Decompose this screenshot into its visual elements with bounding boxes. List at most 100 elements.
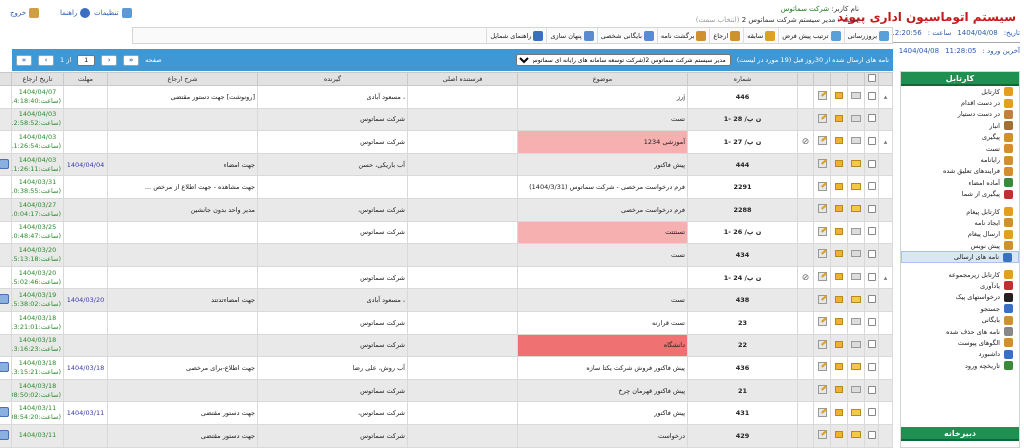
sidebar-item[interactable]: انبار (901, 120, 1019, 131)
toolbar-button[interactable]: ترتیب پیش فرض (778, 28, 843, 43)
row-checkbox[interactable] (867, 317, 876, 326)
sidebar-item[interactable]: ایجاد نامه (901, 217, 1019, 228)
table-row[interactable]: 431 پیش فاکتور شرکت سماتوس، جهت دستور مقتضی… (0, 401, 893, 425)
position-select[interactable]: مدیر سیستم شرکت سماتوس 2(شرکت توسعه ساما… (515, 54, 731, 66)
subject-cell[interactable]: پیش فاکتور (517, 401, 688, 425)
subject-cell[interactable]: فرم درخواست مرخصی (517, 197, 688, 222)
settings-link[interactable]: تنظیمات (94, 8, 132, 18)
table-row[interactable]: ▴ ⊘ ن پ/ 24 -1 شرکت سماتوس 1404/03/20(ساعت:1… (0, 265, 893, 290)
refer-edit-icon[interactable] (817, 272, 827, 282)
row-checkbox[interactable] (867, 249, 876, 258)
subject-cell[interactable]: پیش فاکتور (517, 152, 688, 177)
table-row[interactable]: ن پ/ 26 -1 تستتتت شرکت سماتوس 1404/03/25 (سا… (0, 220, 893, 245)
sidebar-item[interactable]: پیگیری (901, 132, 1019, 143)
refer-edit-icon[interactable] (817, 249, 827, 259)
sidebar-item[interactable]: نامه های ارسالی (901, 251, 1019, 263)
attachment-icon[interactable]: ⊘ (802, 137, 810, 147)
first-page-button[interactable]: « (123, 54, 140, 66)
sidebar-item[interactable]: بایگانی (901, 314, 1019, 325)
row-checkbox[interactable] (867, 340, 876, 349)
table-row[interactable]: ▴ ⊘ ن پ/ 27 -1 آموزشی 1234 شرکت سماتوس 1404/0… (0, 130, 893, 154)
help-link[interactable]: راهنما (60, 8, 91, 18)
sidebar-item[interactable]: ارسال پیغام (901, 229, 1019, 240)
exit-link[interactable]: خروج (10, 8, 40, 18)
row-checkbox[interactable] (867, 182, 876, 191)
column-header[interactable]: مهلت (63, 72, 108, 86)
refer-edit-icon[interactable] (817, 317, 827, 327)
toolbar-button[interactable]: پنهان سازی (546, 28, 596, 43)
page-number-input[interactable] (77, 54, 96, 66)
column-header[interactable]: شماره (687, 72, 798, 86)
row-checkbox[interactable] (867, 136, 876, 145)
refer-edit-icon[interactable] (817, 113, 827, 123)
table-row[interactable]: 2288 فرم درخواست مرخصی شرکت سماتوس، مدیر وا… (0, 197, 893, 222)
subject-cell[interactable]: آموزشی 1234 (517, 130, 688, 154)
toolbar-button[interactable]: راهنمای شمایل (486, 28, 546, 43)
refer-edit-icon[interactable] (817, 339, 827, 349)
sidebar-item[interactable]: تست (901, 143, 1019, 154)
table-row[interactable]: 23تست قرارنه شرکت سماتوس 1404/03/18(ساعت:1… (0, 310, 893, 335)
table-row[interactable]: 22دانشگاه شرکت سماتوس 1404/03/18(ساعت:13:1… (0, 333, 893, 358)
row-checkbox[interactable] (867, 204, 876, 213)
row-checkbox[interactable] (867, 408, 876, 417)
column-header[interactable]: تاریخ ارجاع (11, 72, 64, 86)
secretariat-header[interactable]: دبیرخانه (901, 427, 1019, 441)
sign-status-icon[interactable] (0, 361, 9, 372)
refer-edit-icon[interactable] (817, 136, 827, 146)
refer-edit-icon[interactable] (817, 362, 827, 372)
refer-edit-icon[interactable] (817, 407, 827, 417)
refer-edit-icon[interactable] (817, 294, 827, 304)
column-header[interactable]: گیرنده (257, 72, 408, 86)
sidebar-item[interactable]: درخواستهای پیک (901, 292, 1019, 303)
expand-icon[interactable]: ▴ (884, 274, 888, 282)
subject-cell[interactable]: تست قرارنه (517, 310, 688, 335)
row-checkbox[interactable] (867, 385, 876, 394)
column-header[interactable]: فرستنده اصلی (407, 72, 518, 86)
sidebar-item[interactable]: کارتابل (901, 86, 1019, 97)
subject-cell[interactable]: پیش فاکتور فروش شرکت یکتا سازه (517, 356, 688, 380)
row-checkbox[interactable] (867, 159, 876, 168)
row-checkbox[interactable] (867, 227, 876, 236)
subject-cell[interactable]: دانشگاه (517, 333, 688, 358)
subject-cell[interactable]: jرز (517, 85, 688, 109)
subject-cell[interactable]: تست (517, 288, 688, 312)
sign-status-icon[interactable] (0, 294, 9, 305)
sidebar-item[interactable]: کارتابل پیغام (901, 206, 1019, 217)
sidebar-item[interactable]: رایانامه (901, 154, 1019, 165)
refer-edit-icon[interactable] (817, 204, 827, 214)
sign-status-icon[interactable] (0, 158, 9, 169)
sidebar-item[interactable]: در دست دستیار (901, 109, 1019, 120)
refer-edit-icon[interactable] (817, 226, 827, 236)
row-checkbox[interactable] (867, 114, 876, 123)
subject-cell[interactable]: پیش فاکتور قهرمان چرخ (517, 378, 688, 403)
last-page-button[interactable]: » (16, 54, 32, 66)
table-row[interactable]: 438 تست ، مسعود آبادی جهت امضاءتدتتد 1404/03… (0, 288, 893, 312)
table-row[interactable]: 429 درخواست شرکت سماتوس جهت دستور مقتضی 1404… (0, 423, 893, 448)
expand-icon[interactable]: ▴ (884, 138, 888, 146)
subject-cell[interactable]: فرم درخواست مرخصی - شرکت سماتوس (1404/3/… (517, 175, 688, 199)
sidebar-item[interactable]: جستجو (901, 303, 1019, 314)
next-page-button[interactable]: › (38, 54, 54, 66)
sidebar-item[interactable]: کارتابل زیرمجموعه (901, 269, 1019, 280)
sidebar-item[interactable]: نامه های حذف شده (901, 326, 1019, 337)
toolbar-button[interactable]: سابقه (743, 28, 778, 43)
expand-icon[interactable]: ▴ (884, 93, 888, 101)
row-checkbox[interactable] (867, 91, 876, 100)
prev-page-button[interactable]: ‹ (101, 54, 118, 66)
toolbar-button[interactable]: بروزرسانی (843, 28, 892, 43)
refer-edit-icon[interactable] (817, 181, 827, 191)
refer-edit-icon[interactable] (817, 385, 827, 395)
sidebar-item[interactable]: در دست اقدام (901, 97, 1019, 108)
table-row[interactable]: 444 پیش فاکتور آب باریکی، حسن جهت امضاء 1404… (0, 152, 893, 177)
table-row[interactable]: 436 پیش فاکتور فروش شرکت یکتا سازه آب روش،… (0, 356, 893, 380)
sidebar-item[interactable]: پیگیری از شما (901, 189, 1019, 200)
refer-edit-icon[interactable] (817, 91, 827, 101)
attachment-icon[interactable]: ⊘ (802, 273, 810, 283)
toolbar-button[interactable]: بایگانی شخصی (596, 28, 657, 43)
refer-edit-icon[interactable] (817, 159, 827, 169)
toolbar-button[interactable]: ارجاع (709, 28, 743, 43)
column-header[interactable]: موضوع (517, 72, 688, 86)
sidebar-item[interactable]: پیش نویس (901, 240, 1019, 251)
row-checkbox[interactable] (867, 295, 876, 304)
table-row[interactable]: 2291 فرم درخواست مرخصی - شرکت سماتوس (140… (0, 175, 893, 199)
